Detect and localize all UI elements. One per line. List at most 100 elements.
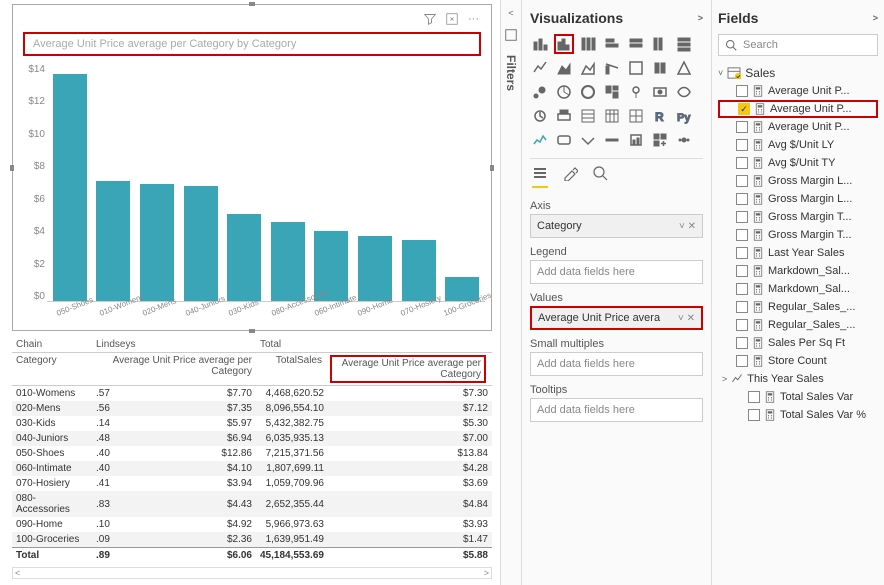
field-this-year-sales[interactable]: > This Year Sales — [718, 370, 878, 388]
table-row[interactable]: 100-Groceries.09$2.361,639,951.49$1.47 — [12, 532, 492, 548]
viz-type-icon[interactable] — [650, 34, 670, 54]
bar[interactable] — [227, 214, 261, 301]
resize-handle[interactable] — [249, 2, 255, 6]
bar[interactable] — [184, 186, 218, 301]
bar[interactable] — [140, 184, 174, 301]
field-item[interactable]: Gross Margin L... — [718, 172, 878, 190]
checkbox[interactable] — [736, 157, 748, 169]
viz-type-icon[interactable] — [554, 58, 574, 78]
checkbox[interactable] — [736, 85, 748, 97]
checkbox[interactable] — [736, 229, 748, 241]
viz-type-icon[interactable] — [530, 58, 550, 78]
checkbox[interactable] — [736, 139, 748, 151]
viz-type-icon[interactable] — [650, 130, 670, 150]
viz-type-icon[interactable] — [554, 130, 574, 150]
table-row[interactable]: 010-Womens.57$7.704,468,620.52$7.30 — [12, 386, 492, 401]
field-item[interactable]: Markdown_Sal... — [718, 262, 878, 280]
format-tab-icon[interactable] — [562, 165, 578, 188]
viz-type-icon[interactable] — [650, 82, 670, 102]
table-row[interactable]: 060-Intimate.40$4.101,807,699.11$4.28 — [12, 461, 492, 476]
field-item[interactable]: Avg $/Unit TY — [718, 154, 878, 172]
resize-handle[interactable] — [249, 329, 255, 333]
viz-type-icon[interactable] — [626, 34, 646, 54]
viz-type-icon[interactable] — [578, 130, 598, 150]
field-item[interactable]: Last Year Sales — [718, 244, 878, 262]
checkbox[interactable] — [736, 247, 748, 259]
viz-type-icon[interactable] — [674, 130, 694, 150]
col-totalsales[interactable]: TotalSales — [256, 353, 326, 385]
viz-type-icon[interactable] — [578, 106, 598, 126]
viz-type-icon[interactable] — [602, 106, 622, 126]
tooltips-well[interactable]: Add data fields here — [530, 398, 703, 422]
viz-type-icon[interactable] — [602, 130, 622, 150]
field-item[interactable]: Average Unit P... — [718, 118, 878, 136]
fields-tab-icon[interactable] — [532, 165, 548, 188]
field-item[interactable]: Regular_Sales_... — [718, 298, 878, 316]
bar[interactable] — [53, 74, 87, 301]
field-item[interactable]: Gross Margin T... — [718, 208, 878, 226]
checkbox[interactable] — [736, 301, 748, 313]
viz-type-icon[interactable] — [674, 82, 694, 102]
checkbox[interactable] — [736, 355, 748, 367]
more-icon[interactable]: ··· — [468, 13, 479, 28]
field-item[interactable]: Total Sales Var % — [718, 406, 878, 424]
table-row[interactable]: 070-Hosiery.41$3.941,059,709.96$3.69 — [12, 476, 492, 491]
viz-type-icon[interactable] — [530, 106, 550, 126]
checkbox[interactable] — [736, 211, 748, 223]
viz-type-icon[interactable] — [578, 34, 598, 54]
viz-type-icon[interactable] — [554, 82, 574, 102]
small-multiples-well[interactable]: Add data fields here — [530, 352, 703, 376]
field-item[interactable]: Regular_Sales_... — [718, 316, 878, 334]
chart-visual[interactable]: ··· Average Unit Price average per Categ… — [12, 4, 492, 331]
filters-pane-collapsed[interactable]: < Filters — [500, 0, 522, 585]
table-sales[interactable]: ˅ Sales — [718, 64, 878, 82]
checkbox[interactable] — [736, 337, 748, 349]
table-row[interactable]: 080-Accessories.83$4.432,652,355.44$4.84 — [12, 491, 492, 517]
viz-type-icon[interactable] — [530, 34, 550, 54]
viz-type-icon[interactable]: R — [650, 106, 670, 126]
legend-well[interactable]: Add data fields here — [530, 260, 703, 284]
field-item[interactable]: Total Sales Var — [718, 388, 878, 406]
checkbox[interactable] — [748, 409, 760, 421]
checkbox[interactable] — [736, 121, 748, 133]
viz-type-icon[interactable] — [626, 82, 646, 102]
viz-type-icon[interactable] — [530, 82, 550, 102]
field-item[interactable]: Avg $/Unit LY — [718, 136, 878, 154]
resize-handle[interactable] — [10, 165, 14, 171]
focus-icon[interactable] — [446, 13, 458, 28]
field-item[interactable]: Sales Per Sq Ft — [718, 334, 878, 352]
viz-type-icon[interactable] — [578, 58, 598, 78]
axis-well[interactable]: Category˅ ✕ — [530, 214, 703, 238]
viz-type-icon[interactable] — [674, 34, 694, 54]
filter-icon[interactable] — [424, 13, 436, 28]
field-item[interactable]: Markdown_Sal... — [718, 280, 878, 298]
col-aup-lindseys[interactable]: Average Unit Price average per Category — [92, 353, 256, 385]
table-row[interactable]: 020-Mens.56$7.358,096,554.10$7.12 — [12, 401, 492, 416]
viz-type-icon[interactable] — [530, 130, 550, 150]
col-aup-total[interactable]: Average Unit Price average per Category — [326, 353, 490, 385]
viz-type-icon[interactable] — [554, 106, 574, 126]
checkbox[interactable] — [738, 103, 750, 115]
values-well[interactable]: Average Unit Price avera˅ ✕ — [530, 306, 703, 330]
viz-type-icon[interactable] — [602, 58, 622, 78]
collapse-icon[interactable]: > — [873, 13, 878, 23]
viz-type-icon[interactable] — [674, 58, 694, 78]
resize-handle[interactable] — [490, 165, 494, 171]
expand-icon[interactable]: < — [508, 8, 513, 18]
viz-type-icon[interactable] — [602, 34, 622, 54]
checkbox[interactable] — [736, 283, 748, 295]
table-row[interactable]: 040-Juniors.48$6.946,035,935.13$7.00 — [12, 431, 492, 446]
field-item[interactable]: Store Count — [718, 352, 878, 370]
table-row[interactable]: 050-Shoes.40$12.867,215,371.56$13.84 — [12, 446, 492, 461]
viz-type-icon[interactable] — [554, 34, 574, 54]
collapse-icon[interactable]: > — [698, 13, 703, 23]
viz-type-icon[interactable] — [626, 58, 646, 78]
viz-type-icon[interactable] — [578, 82, 598, 102]
table-row[interactable]: 030-Kids.14$5.975,432,382.75$5.30 — [12, 416, 492, 431]
checkbox[interactable] — [736, 265, 748, 277]
checkbox[interactable] — [736, 319, 748, 331]
search-input[interactable]: Search — [718, 34, 878, 56]
bar[interactable] — [271, 222, 305, 302]
field-item[interactable]: Average Unit P... — [718, 82, 878, 100]
table-row[interactable]: 090-Home.10$4.925,966,973.63$3.93 — [12, 517, 492, 532]
